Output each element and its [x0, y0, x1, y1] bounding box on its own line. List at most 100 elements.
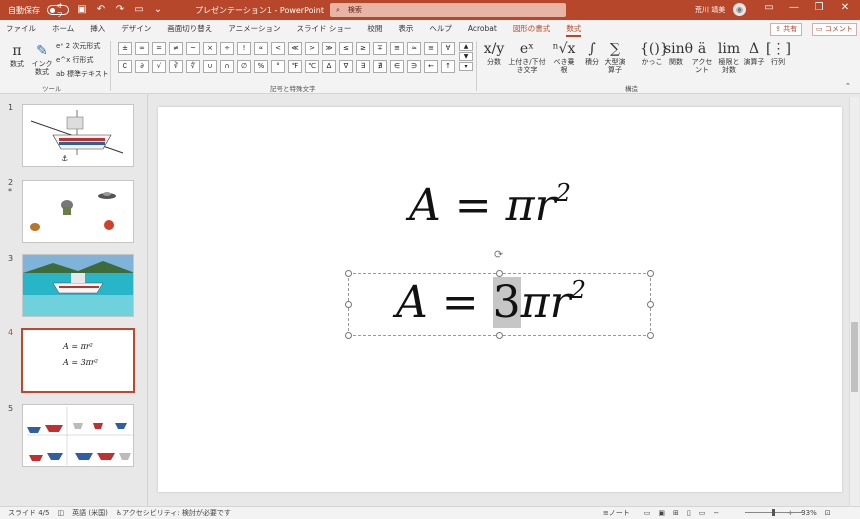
ribbon-display-icon[interactable]: ▭ — [762, 2, 776, 13]
symbol-button[interactable]: ∃ — [356, 60, 370, 73]
restore-icon[interactable]: ❐ — [812, 2, 826, 13]
resize-handle[interactable] — [647, 332, 654, 339]
scrollbar-thumb[interactable] — [851, 322, 858, 392]
resize-handle[interactable] — [345, 270, 352, 277]
resize-handle[interactable] — [496, 332, 503, 339]
ink-equation-button[interactable]: ✎ インク数式 — [31, 42, 53, 76]
vertical-scrollbar[interactable] — [849, 97, 859, 506]
symbol-button[interactable]: ≡ — [424, 42, 438, 55]
spellcheck-icon[interactable]: ◫ — [58, 509, 65, 517]
slide-thumbnail-4[interactable]: A = πr² A = 3πr² — [21, 328, 135, 393]
tab-design[interactable]: デザイン — [121, 20, 151, 38]
structure-button[interactable]: [⋮] 行列 — [766, 40, 791, 66]
symbol-button[interactable]: ∋ — [407, 60, 421, 73]
symbol-button[interactable]: ∪ — [203, 60, 217, 73]
resize-handle[interactable] — [345, 301, 352, 308]
symbol-button[interactable]: √ — [152, 60, 166, 73]
symbol-button[interactable]: ∝ — [254, 42, 268, 55]
resize-handle[interactable] — [647, 270, 654, 277]
symbol-button[interactable]: ↑ — [441, 60, 455, 73]
symbol-button[interactable]: ℃ — [305, 60, 319, 73]
resize-handle[interactable] — [647, 301, 654, 308]
symbol-button[interactable]: ← — [424, 60, 438, 73]
symbol-button[interactable]: ∂ — [135, 60, 149, 73]
equation-area-formula[interactable]: A = πr2 — [409, 179, 571, 231]
symbol-button[interactable]: ∈ — [390, 60, 404, 73]
zoom-slider[interactable] — [745, 512, 805, 513]
symbol-button[interactable]: ° — [271, 60, 285, 73]
symbol-button[interactable]: ± — [118, 42, 132, 55]
rotate-handle-icon[interactable]: ⟳ — [494, 248, 503, 261]
tab-help[interactable]: ヘルプ — [429, 20, 452, 38]
reading-view-icon[interactable]: ▯ — [687, 509, 691, 517]
structure-button[interactable]: eˣ 上付き/下付き文字 — [506, 40, 548, 74]
resize-handle[interactable] — [345, 332, 352, 339]
tab-view[interactable]: 表示 — [398, 20, 413, 38]
share-button[interactable]: ⇪ 共有 — [770, 23, 803, 36]
symbol-button[interactable]: ~ — [186, 42, 200, 55]
collapse-ribbon-icon[interactable]: ⌃ — [845, 82, 851, 90]
symbol-button[interactable]: ∁ — [118, 60, 132, 73]
symbol-button[interactable]: ∇ — [339, 60, 353, 73]
symbol-button[interactable]: ∀ — [441, 42, 455, 55]
linear-button[interactable]: e^x 行形式 — [56, 55, 94, 65]
tab-home[interactable]: ホーム — [52, 20, 74, 38]
symbol-button[interactable]: ≤ — [339, 42, 353, 55]
notes-button[interactable]: ノート — [609, 508, 630, 518]
search-box[interactable]: ⌕ 検索 — [330, 3, 566, 17]
professional-button[interactable]: eˣ 2 次元形式 — [56, 41, 100, 51]
symbol-button[interactable]: > — [305, 42, 319, 55]
symbol-button[interactable]: ≠ — [169, 42, 183, 55]
avatar[interactable]: ◉ — [733, 3, 746, 16]
symbol-button[interactable]: ≪ — [288, 42, 302, 55]
user-name[interactable]: 荒川 靖美 — [695, 5, 725, 15]
symbol-button[interactable]: ∄ — [373, 60, 387, 73]
symbol-button[interactable]: ≈ — [407, 42, 421, 55]
structure-button[interactable]: ∫ 積分 — [580, 40, 604, 66]
structure-button[interactable]: ä アクセント — [690, 40, 714, 74]
gallery-scroll-down[interactable]: ▼ — [459, 52, 473, 61]
structure-button[interactable]: lim 極限と対数 — [717, 40, 741, 74]
tab-file[interactable]: ファイル — [6, 20, 36, 38]
autosave-toggle[interactable]: オフ — [47, 3, 69, 19]
symbol-button[interactable]: ℉ — [288, 60, 302, 73]
symbol-button[interactable]: ≫ — [322, 42, 336, 55]
comment-button[interactable]: ▭ コメント — [812, 23, 857, 36]
symbol-button[interactable]: ≥ — [356, 42, 370, 55]
tab-equation[interactable]: 数式 — [566, 20, 582, 38]
undo-icon[interactable]: ↶ — [95, 4, 107, 16]
symbol-button[interactable]: ∩ — [220, 60, 234, 73]
tab-transitions[interactable]: 画面切り替え — [167, 20, 212, 38]
tab-review[interactable]: 校閲 — [367, 20, 382, 38]
structure-button[interactable]: sinθ 関数 — [664, 40, 693, 66]
sorter-view-icon[interactable]: ⊞ — [673, 509, 679, 517]
language-indicator[interactable]: 英語 (米国) — [72, 508, 108, 518]
normal-text-button[interactable]: ab 標準テキスト — [56, 69, 109, 79]
zoom-level[interactable]: 93% — [801, 509, 817, 517]
equation-button[interactable]: π 数式 — [6, 42, 28, 68]
gallery-more[interactable]: ▾ — [459, 62, 473, 71]
slideshow-view-icon[interactable]: ▭ — [699, 509, 706, 517]
zoom-slider-knob[interactable] — [772, 509, 775, 516]
tab-slideshow[interactable]: スライド ショー — [296, 20, 351, 38]
symbol-button[interactable]: ∛ — [169, 60, 183, 73]
slide-thumbnail-1[interactable]: ⚓ — [22, 104, 134, 167]
symbol-button[interactable]: ∅ — [237, 60, 251, 73]
slide-thumbnail-3[interactable] — [22, 254, 134, 317]
symbol-button[interactable]: ≅ — [390, 42, 404, 55]
symbol-button[interactable]: ∞ — [135, 42, 149, 55]
slideshow-icon[interactable]: ▭ — [133, 4, 145, 16]
structure-button[interactable]: Δ 演算子 — [742, 40, 766, 66]
structure-button[interactable]: x/y 分数 — [482, 40, 506, 66]
minimize-icon[interactable]: — — [787, 2, 801, 13]
resize-handle[interactable] — [496, 270, 503, 277]
symbol-button[interactable]: % — [254, 60, 268, 73]
symbol-button[interactable]: ∆ — [322, 60, 336, 73]
structure-button[interactable]: ∑ 大型演算子 — [603, 40, 627, 74]
tab-animations[interactable]: アニメーション — [228, 20, 280, 38]
fit-slide-icon[interactable]: ⊡ — [825, 509, 831, 517]
tab-shape-format[interactable]: 図形の書式 — [513, 20, 551, 38]
zoom-in-icon[interactable]: + — [787, 509, 793, 517]
save-icon[interactable]: ▣ — [76, 4, 88, 16]
structure-button[interactable]: {()} かっこ — [640, 40, 669, 66]
